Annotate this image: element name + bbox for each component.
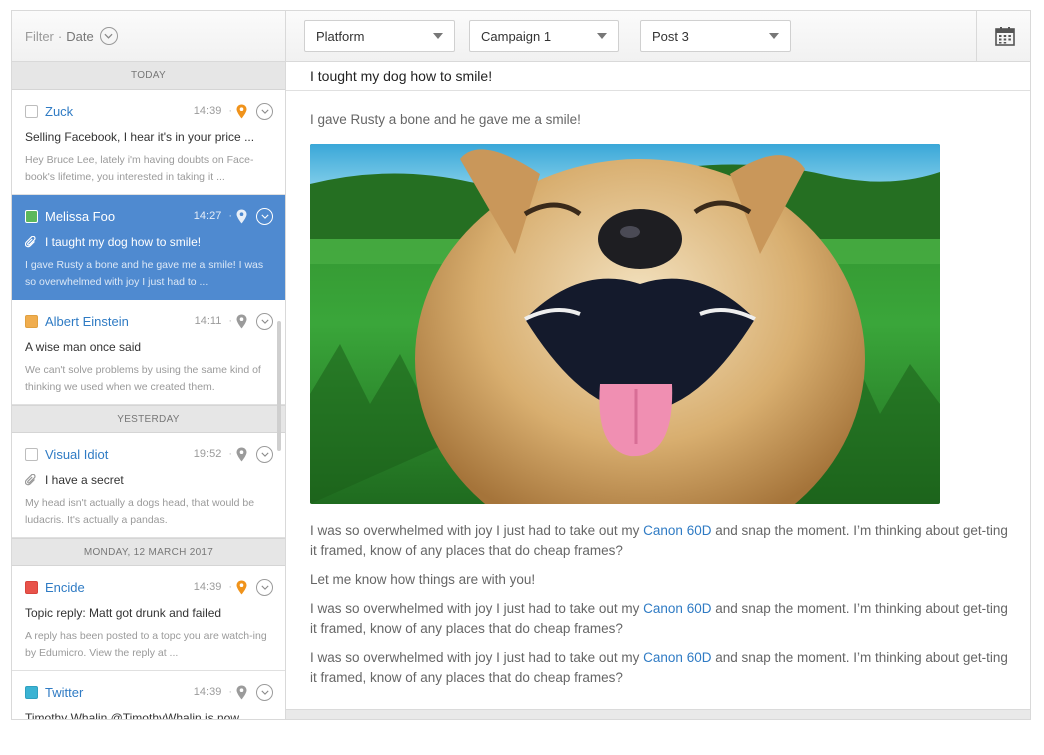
smiling-dog-photo <box>310 144 940 504</box>
sidebar-scrollbar[interactable] <box>277 321 281 451</box>
calendar-button[interactable] <box>976 11 1030 61</box>
chevron-down-icon <box>260 109 269 114</box>
message-actions-button[interactable] <box>256 207 273 225</box>
location-pin-icon[interactable] <box>236 104 247 119</box>
camera-link[interactable]: Canon 60D <box>643 650 711 665</box>
message-checkbox[interactable] <box>25 104 38 118</box>
chevron-down-icon <box>260 452 269 457</box>
email-intro: I gave Rusty a bone and he gave me a smi… <box>310 112 581 127</box>
day-header-monday: MONDAY, 12 MARCH 2017 <box>12 538 285 566</box>
message-time: 14:11 <box>194 315 222 327</box>
message-subject: Selling Facebook, I hear it's in your pr… <box>25 130 255 144</box>
campaign-select[interactable]: Campaign 1 <box>469 20 619 52</box>
message-sender: Albert Einstein <box>45 313 129 329</box>
filter-value[interactable]: Date <box>66 29 93 44</box>
message-actions-button[interactable] <box>256 102 273 120</box>
paperclip-icon <box>25 473 36 485</box>
caret-down-icon <box>769 33 779 39</box>
filter-separator: · <box>57 28 63 44</box>
caret-down-icon <box>597 33 607 39</box>
message-sender: Visual Idiot <box>45 446 109 462</box>
filter-label: Filter <box>25 28 54 44</box>
message-checkbox[interactable] <box>25 447 38 461</box>
message-sender: Melissa Foo <box>45 208 116 224</box>
separator-dot: · <box>228 210 232 222</box>
camera-link[interactable]: Canon 60D <box>643 523 711 538</box>
caret-down-icon <box>433 33 443 39</box>
separator-dot: · <box>228 448 232 460</box>
toolbar: Platform Campaign 1 Post 3 <box>286 11 1030 62</box>
message-checkbox[interactable] <box>25 209 38 223</box>
email-paragraph: Let me know how things are with you! <box>310 572 536 587</box>
chevron-down-icon <box>104 33 113 39</box>
message-item[interactable]: Albert Einstein 14:11 · A wise man once … <box>12 300 285 405</box>
separator-dot: · <box>228 105 232 117</box>
day-header-today: TODAY <box>12 62 285 90</box>
message-checkbox[interactable] <box>25 580 38 594</box>
message-preview: Hey Bruce Lee, lately i'm having doubts … <box>25 154 254 183</box>
horizontal-scrollbar[interactable] <box>286 709 1030 719</box>
message-sender: Zuck <box>45 103 74 119</box>
campaign-select-value: Campaign 1 <box>481 28 552 44</box>
message-actions-button[interactable] <box>256 578 273 596</box>
message-preview: My head isn't actually a dogs head, that… <box>25 497 255 526</box>
paperclip-icon <box>25 235 36 247</box>
camera-link[interactable]: Canon 60D <box>643 601 711 616</box>
message-time: 19:52 <box>193 448 222 460</box>
message-item[interactable]: Encide 14:39 · Topic reply: Matt got dru… <box>12 566 285 671</box>
message-item-selected[interactable]: Melissa Foo 14:27 · I taught my dog how … <box>12 195 285 300</box>
email-body: I gave Rusty a bone and he gave me a smi… <box>286 91 1030 688</box>
chevron-down-icon <box>260 319 269 324</box>
email-paragraph: I was so overwhelmed with joy I just had… <box>310 601 1008 636</box>
message-actions-button[interactable] <box>256 312 273 330</box>
filter-dropdown-button[interactable] <box>99 27 118 45</box>
location-pin-icon[interactable] <box>236 447 247 462</box>
message-subject: Timothy Whalin @TimothyWhalin is now ... <box>25 711 253 720</box>
location-pin-icon[interactable] <box>236 314 247 329</box>
message-list-sidebar: Filter · Date TODAY Zuck 14:39 · Selling… <box>12 11 286 720</box>
message-time: 14:27 <box>193 210 222 222</box>
email-subject: I tought my dog how to smile! <box>286 62 1030 91</box>
chevron-down-icon <box>260 214 269 219</box>
location-pin-icon[interactable] <box>236 580 247 595</box>
message-sender: Twitter <box>45 684 84 700</box>
message-actions-button[interactable] <box>256 683 273 701</box>
platform-select[interactable]: Platform <box>304 20 455 52</box>
separator-dot: · <box>228 315 232 327</box>
chevron-down-icon <box>260 690 269 695</box>
message-time: 14:39 <box>193 581 222 593</box>
message-subject: A wise man once said <box>25 340 142 354</box>
day-header-yesterday: YESTERDAY <box>12 405 285 433</box>
message-checkbox[interactable] <box>25 314 38 328</box>
location-pin-icon[interactable] <box>236 209 247 224</box>
message-item[interactable]: Zuck 14:39 · Selling Facebook, I hear it… <box>12 90 285 195</box>
filter-bar: Filter · Date <box>12 11 285 62</box>
separator-dot: · <box>228 686 232 698</box>
email-paragraph: I was so overwhelmed with joy I just had… <box>310 523 1008 558</box>
platform-select-value: Platform <box>316 28 365 44</box>
post-select[interactable]: Post 3 <box>640 20 791 52</box>
message-sender: Encide <box>45 579 85 595</box>
message-item[interactable]: Twitter 14:39 · Timothy Whalin @TimothyW… <box>12 671 285 720</box>
message-time: 14:39 <box>193 105 222 117</box>
email-paragraph: I was so overwhelmed with joy I just had… <box>310 650 1008 685</box>
message-item[interactable]: Visual Idiot 19:52 · I have a secret My … <box>12 433 285 538</box>
message-preview: A reply has been posted to a topc you ar… <box>25 630 267 659</box>
message-checkbox[interactable] <box>25 685 38 699</box>
message-subject: Topic reply: Matt got drunk and failed <box>25 606 222 620</box>
message-subject: I have a secret <box>25 473 273 487</box>
location-pin-icon[interactable] <box>236 685 247 700</box>
separator-dot: · <box>228 581 232 593</box>
chevron-down-icon <box>260 585 269 590</box>
message-view: Platform Campaign 1 Post 3 I tought my d… <box>286 11 1030 719</box>
mail-app: Filter · Date TODAY Zuck 14:39 · Selling… <box>11 10 1031 720</box>
message-preview: We can't solve problems by using the sam… <box>25 364 261 393</box>
post-select-value: Post 3 <box>652 28 689 44</box>
calendar-icon <box>994 27 1015 46</box>
message-preview: I gave Rusty a bone and he gave me a smi… <box>25 259 264 288</box>
message-subject: I taught my dog how to smile! <box>25 235 273 249</box>
message-time: 14:39 <box>193 686 222 698</box>
message-actions-button[interactable] <box>256 445 273 463</box>
